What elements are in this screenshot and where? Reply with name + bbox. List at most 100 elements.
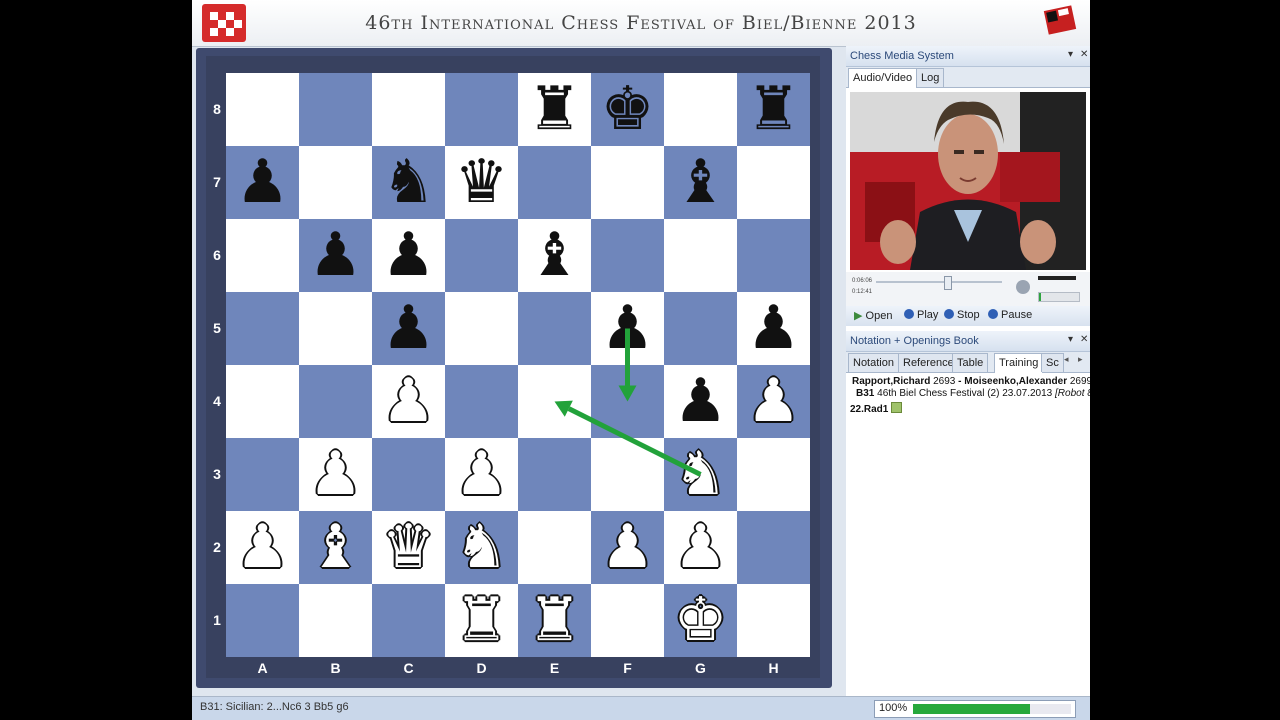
rank-label-2: 2 — [213, 539, 221, 555]
black-queen-d7[interactable]: ♛ — [445, 146, 518, 219]
square-g5[interactable] — [664, 292, 737, 365]
media-controls: 0:06:06 0:12:41 — [846, 272, 1090, 308]
seek-track[interactable] — [876, 281, 1002, 283]
tab-reference[interactable]: Reference — [898, 353, 959, 372]
seek-handle[interactable] — [944, 276, 952, 290]
volume-slider[interactable] — [1038, 276, 1076, 280]
white-queen-c2[interactable]: ♛ — [372, 511, 445, 584]
square-b1[interactable] — [299, 584, 372, 657]
square-f1[interactable] — [591, 584, 664, 657]
square-e5[interactable] — [518, 292, 591, 365]
black-bishop-g7[interactable]: ♝ — [664, 146, 737, 219]
scroll-right-icon[interactable]: ▸ — [1078, 355, 1083, 365]
square-e2[interactable] — [518, 511, 591, 584]
black-pawn-h5[interactable]: ♟ — [737, 292, 810, 365]
speaker-icon[interactable] — [1016, 280, 1030, 294]
square-c3[interactable] — [372, 438, 445, 511]
square-b8[interactable] — [299, 73, 372, 146]
square-a5[interactable] — [226, 292, 299, 365]
square-d4[interactable] — [445, 365, 518, 438]
square-d5[interactable] — [445, 292, 518, 365]
white-pawn-f2[interactable]: ♟ — [591, 511, 664, 584]
square-a3[interactable] — [226, 438, 299, 511]
pause-button[interactable]: Pause — [988, 309, 1032, 321]
rank-label-7: 7 — [213, 174, 221, 190]
square-g6[interactable] — [664, 219, 737, 292]
square-d6[interactable] — [445, 219, 518, 292]
media-tabs: Audio/Video Log — [846, 67, 1090, 88]
square-h2[interactable] — [737, 511, 810, 584]
white-pawn-g2[interactable]: ♟ — [664, 511, 737, 584]
white-pawn-b3[interactable]: ♟ — [299, 438, 372, 511]
move-text[interactable]: 22.Rad1 — [850, 404, 888, 415]
training-icon[interactable] — [891, 402, 903, 413]
rank-label-3: 3 — [213, 466, 221, 482]
black-pawn-a7[interactable]: ♟ — [226, 146, 299, 219]
black-pawn-c6[interactable]: ♟ — [372, 219, 445, 292]
square-f3[interactable] — [591, 438, 664, 511]
square-a1[interactable] — [226, 584, 299, 657]
square-h1[interactable] — [737, 584, 810, 657]
white-pawn-h4[interactable]: ♟ — [737, 365, 810, 438]
black-pawn-g4[interactable]: ♟ — [664, 365, 737, 438]
white-knight-g3[interactable]: ♞ — [664, 438, 737, 511]
square-h3[interactable] — [737, 438, 810, 511]
black-pawn-c5[interactable]: ♟ — [372, 292, 445, 365]
tab-training[interactable]: Training — [994, 353, 1044, 373]
white-pawn-d3[interactable]: ♟ — [445, 438, 518, 511]
dropdown-icon[interactable]: ▾ — [1068, 49, 1073, 60]
video-frame[interactable] — [850, 92, 1086, 270]
square-e7[interactable] — [518, 146, 591, 219]
black-bishop-e6[interactable]: ♝ — [518, 219, 591, 292]
square-f4[interactable] — [591, 365, 664, 438]
black-king-f8[interactable]: ♚ — [591, 73, 664, 146]
progress-fill — [913, 704, 1030, 714]
square-a8[interactable] — [226, 73, 299, 146]
square-h6[interactable] — [737, 219, 810, 292]
square-f7[interactable] — [591, 146, 664, 219]
chess-board[interactable]: ♜ ♚ ♜ ♟ ♞ ♛ ♝ ♟ ♟ ♝ ♟ ♟ ♟ ♟ ♟ ♟ ♟ ♟ ♞ ♟ ♝ ♛ ♞ ♟ ♟ ♜ ♜ ♚ — [226, 73, 810, 657]
status-bar: B31: Sicilian: 2...Nc6 3 Bb5 g6 100% — [192, 696, 1090, 720]
square-a6[interactable] — [226, 219, 299, 292]
white-pawn-c4[interactable]: ♟ — [372, 365, 445, 438]
open-button[interactable]: ▶ Open — [854, 309, 892, 322]
tab-sc[interactable]: Sc — [1041, 353, 1064, 372]
square-e4[interactable] — [518, 365, 591, 438]
white-knight-d2[interactable]: ♞ — [445, 511, 518, 584]
square-b7[interactable] — [299, 146, 372, 219]
white-bishop-b2[interactable]: ♝ — [299, 511, 372, 584]
black-rook-h8[interactable]: ♜ — [737, 73, 810, 146]
square-g8[interactable] — [664, 73, 737, 146]
scroll-left-icon[interactable]: ◂ — [1064, 355, 1069, 365]
black-rook-e8[interactable]: ♜ — [518, 73, 591, 146]
square-d8[interactable] — [445, 73, 518, 146]
square-b5[interactable] — [299, 292, 372, 365]
square-a4[interactable] — [226, 365, 299, 438]
white-king-g1[interactable]: ♚ — [664, 584, 737, 657]
game-header: Rapport,Richard 2693 - Moiseenko,Alexand… — [852, 376, 1090, 387]
play-icon — [904, 309, 914, 319]
tab-log[interactable]: Log — [916, 68, 945, 87]
tab-table[interactable]: Table — [952, 353, 989, 372]
black-knight-c7[interactable]: ♞ — [372, 146, 445, 219]
square-c1[interactable] — [372, 584, 445, 657]
white-rook-d1[interactable]: ♜ — [445, 584, 518, 657]
stop-button[interactable]: Stop — [944, 309, 980, 321]
black-pawn-f5[interactable]: ♟ — [591, 292, 664, 365]
white-pawn-a2[interactable]: ♟ — [226, 511, 299, 584]
close-icon[interactable]: ✕ — [1080, 49, 1088, 60]
play-button[interactable]: Play — [904, 309, 938, 321]
chessbase-logo-right — [1043, 5, 1077, 35]
square-b4[interactable] — [299, 365, 372, 438]
zoom-indicator[interactable]: 100% — [874, 700, 1076, 718]
dropdown-icon[interactable]: ▾ — [1068, 334, 1073, 345]
square-e3[interactable] — [518, 438, 591, 511]
close-icon[interactable]: ✕ — [1080, 334, 1088, 345]
square-f6[interactable] — [591, 219, 664, 292]
black-pawn-b6[interactable]: ♟ — [299, 219, 372, 292]
tab-audio-video[interactable]: Audio/Video — [848, 68, 918, 88]
tab-notation[interactable]: Notation — [848, 353, 899, 372]
square-c8[interactable] — [372, 73, 445, 146]
white-rook-e1[interactable]: ♜ — [518, 584, 591, 657]
square-h7[interactable] — [737, 146, 810, 219]
